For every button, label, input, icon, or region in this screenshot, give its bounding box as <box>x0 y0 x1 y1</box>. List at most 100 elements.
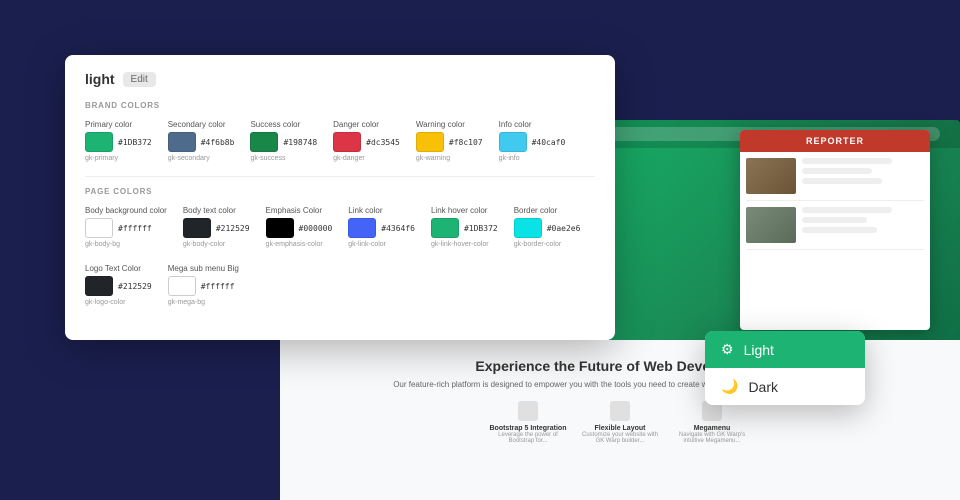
color-swatch[interactable] <box>183 218 211 238</box>
mag-image-1 <box>746 158 796 194</box>
brand-colors-grid: Primary color #1DB372 gk-primary Seconda… <box>85 120 595 162</box>
color-swatch-row: #212529 <box>183 218 250 238</box>
moon-icon: 🌙 <box>721 378 738 395</box>
page-color-item: Mega sub menu Big #ffffff gk-mega-bg <box>168 264 239 306</box>
feature-desc-3: Navigate with GK Warp's intuitive Megame… <box>672 432 752 444</box>
color-swatch-row: #40caf0 <box>499 132 566 152</box>
page-colors-grid: Body background color #ffffff gk-body-bg… <box>85 206 595 306</box>
color-swatch[interactable] <box>168 132 196 152</box>
color-var-name: gk-info <box>499 155 566 162</box>
color-swatch-row: #198748 <box>250 132 317 152</box>
mag-line <box>802 168 872 174</box>
color-var-name: gk-link-hover-color <box>431 241 498 248</box>
color-hex-value: #4f6b8b <box>201 138 235 147</box>
color-hex-value: #ffffff <box>201 282 235 291</box>
color-swatch-row: #4364f6 <box>348 218 415 238</box>
mag-text-2 <box>802 207 892 243</box>
section-divider <box>85 176 595 177</box>
color-swatch[interactable] <box>85 132 113 152</box>
color-swatch-row: #1DB372 <box>431 218 498 238</box>
gear-icon: ⚙ <box>721 341 734 358</box>
mag-line <box>802 207 892 213</box>
brand-color-item: Secondary color #4f6b8b gk-secondary <box>168 120 235 162</box>
mag-line <box>802 178 882 184</box>
color-swatch-row: #4f6b8b <box>168 132 235 152</box>
color-var-name: gk-danger <box>333 155 400 162</box>
brand-section-label: BRAND COLORS <box>85 101 595 110</box>
page-color-item: Link color #4364f6 gk-link-color <box>348 206 415 248</box>
color-label: Danger color <box>333 120 400 129</box>
color-var-name: gk-secondary <box>168 155 235 162</box>
color-var-name: gk-body-color <box>183 241 250 248</box>
color-swatch[interactable] <box>348 218 376 238</box>
color-var-name: gk-link-color <box>348 241 415 248</box>
light-theme-option[interactable]: ⚙ Light <box>705 331 865 368</box>
color-swatch-row: #dc3545 <box>333 132 400 152</box>
color-panel: light Edit BRAND COLORS Primary color #1… <box>65 55 615 340</box>
color-var-name: gk-logo-color <box>85 299 152 306</box>
color-swatch[interactable] <box>85 276 113 296</box>
color-swatch[interactable] <box>514 218 542 238</box>
feature-title-1: Bootstrap 5 Integration <box>488 425 568 432</box>
layout-icon <box>610 401 630 421</box>
color-label: Info color <box>499 120 566 129</box>
page-color-item: Body background color #ffffff gk-body-bg <box>85 206 167 248</box>
color-label: Mega sub menu Big <box>168 264 239 273</box>
color-label: Primary color <box>85 120 152 129</box>
mag-line <box>802 227 877 233</box>
page-color-item: Body text color #212529 gk-body-color <box>183 206 250 248</box>
color-var-name: gk-mega-bg <box>168 299 239 306</box>
color-label: Warning color <box>416 120 483 129</box>
color-swatch[interactable] <box>333 132 361 152</box>
panel-title: light <box>85 71 115 87</box>
color-label: Secondary color <box>168 120 235 129</box>
color-hex-value: #4364f6 <box>381 224 415 233</box>
brand-color-item: Danger color #dc3545 gk-danger <box>333 120 400 162</box>
page-color-item: Logo Text Color #212529 gk-logo-color <box>85 264 152 306</box>
feature-card-1: Bootstrap 5 Integration Leverage the pow… <box>488 401 568 444</box>
mag-line <box>802 217 867 223</box>
color-swatch[interactable] <box>168 276 196 296</box>
color-hex-value: #dc3545 <box>366 138 400 147</box>
color-label: Link color <box>348 206 415 215</box>
color-var-name: gk-emphasis-color <box>266 241 333 248</box>
color-swatch-row: #ffffff <box>85 218 167 238</box>
color-label: Logo Text Color <box>85 264 152 273</box>
dark-theme-option[interactable]: 🌙 Dark <box>705 368 865 405</box>
feature-card-3: Megamenu Navigate with GK Warp's intuiti… <box>672 401 752 444</box>
color-hex-value: #40caf0 <box>532 138 566 147</box>
panel-header: light Edit <box>85 71 595 87</box>
brand-color-item: Primary color #1DB372 gk-primary <box>85 120 152 162</box>
color-swatch[interactable] <box>266 218 294 238</box>
color-var-name: gk-success <box>250 155 317 162</box>
color-hex-value: #212529 <box>216 224 250 233</box>
feature-card-2: Flexible Layout Customize your website w… <box>580 401 660 444</box>
color-hex-value: #1DB372 <box>464 224 498 233</box>
magazine-body <box>740 152 930 262</box>
feature-desc-2: Customize your website with GK Warp buil… <box>580 432 660 444</box>
color-swatch[interactable] <box>250 132 278 152</box>
theme-popup: ⚙ Light 🌙 Dark <box>705 331 865 405</box>
light-theme-label: Light <box>744 342 774 358</box>
color-swatch-row: #000000 <box>266 218 333 238</box>
color-swatch-row: #0ae2e6 <box>514 218 581 238</box>
feature-title-2: Flexible Layout <box>580 425 660 432</box>
feature-title-3: Megamenu <box>672 425 752 432</box>
color-swatch[interactable] <box>85 218 113 238</box>
color-var-name: gk-body-bg <box>85 241 167 248</box>
color-var-name: gk-primary <box>85 155 152 162</box>
color-swatch[interactable] <box>431 218 459 238</box>
color-swatch[interactable] <box>416 132 444 152</box>
page-color-item: Emphasis Color #000000 gk-emphasis-color <box>266 206 333 248</box>
bootstrap-icon <box>518 401 538 421</box>
page-color-item: Link hover color #1DB372 gk-link-hover-c… <box>431 206 498 248</box>
color-label: Emphasis Color <box>266 206 333 215</box>
color-swatch[interactable] <box>499 132 527 152</box>
color-hex-value: #000000 <box>299 224 333 233</box>
color-swatch-row: #f8c107 <box>416 132 483 152</box>
color-label: Border color <box>514 206 581 215</box>
color-hex-value: #198748 <box>283 138 317 147</box>
mag-image-2 <box>746 207 796 243</box>
edit-badge[interactable]: Edit <box>123 72 156 87</box>
magazine-title: REPORTER <box>740 130 930 152</box>
